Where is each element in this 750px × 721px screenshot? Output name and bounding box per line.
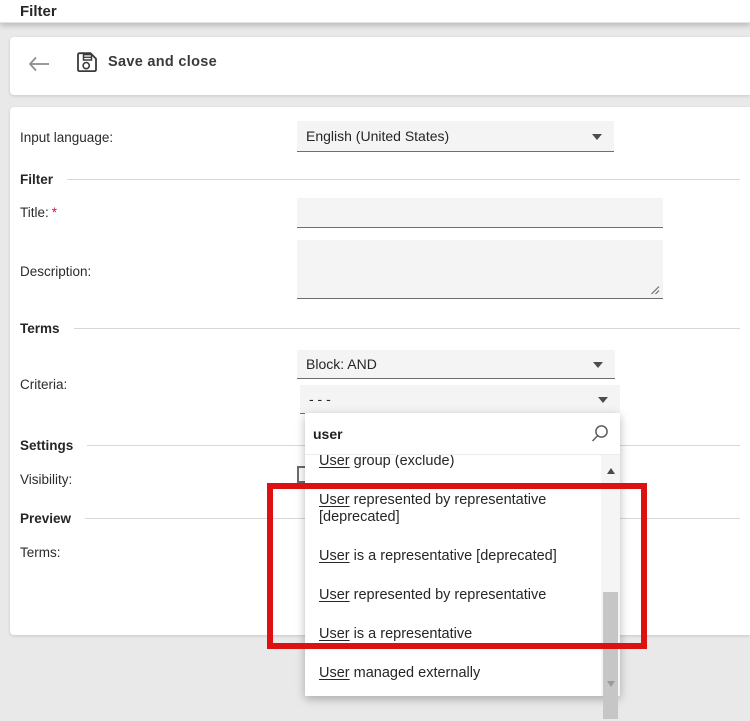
chevron-down-icon xyxy=(598,397,608,403)
dropdown-scrollbar[interactable] xyxy=(601,455,620,696)
section-filter-label: Filter xyxy=(20,172,53,187)
save-and-close-label: Save and close xyxy=(108,54,217,70)
section-preview-label: Preview xyxy=(20,511,71,526)
page-title: Filter xyxy=(20,3,57,20)
matched-search-text: User xyxy=(319,548,350,564)
scrollbar-thumb[interactable] xyxy=(603,592,618,719)
dropdown-item[interactable]: User is a representative xyxy=(305,615,601,654)
search-icon xyxy=(590,424,610,444)
visibility-label: Visibility: xyxy=(20,472,72,487)
section-divider xyxy=(74,328,740,329)
dropdown-list: User group (exclude)User represented by … xyxy=(305,455,601,696)
input-language-value: English (United States) xyxy=(306,128,449,144)
scroll-down-icon xyxy=(607,681,615,687)
title-label: Title:* xyxy=(20,205,57,220)
matched-search-text: User xyxy=(319,587,350,603)
section-terms-label: Terms xyxy=(20,321,60,336)
page-header: Filter xyxy=(0,0,750,23)
scroll-down-button[interactable] xyxy=(601,675,620,692)
save-and-close-button[interactable]: Save and close xyxy=(76,51,217,73)
section-settings-label: Settings xyxy=(20,438,73,453)
back-arrow-icon xyxy=(26,51,52,77)
matched-search-text: User xyxy=(319,492,350,508)
back-button[interactable] xyxy=(26,51,52,77)
dropdown-item[interactable]: User group (exclude) xyxy=(305,455,601,481)
resize-grip-icon[interactable] xyxy=(649,284,660,295)
criteria-block-value: Block: AND xyxy=(306,356,377,372)
description-textarea[interactable] xyxy=(297,240,663,299)
chevron-down-icon xyxy=(592,134,602,140)
dropdown-list-inner: User group (exclude)User represented by … xyxy=(305,455,601,693)
preview-terms-label: Terms: xyxy=(20,545,61,560)
dropdown-item[interactable]: User managed externally xyxy=(305,654,601,693)
input-language-select[interactable]: English (United States) xyxy=(297,121,614,152)
criteria-block-select[interactable]: Block: AND xyxy=(297,350,615,379)
matched-search-text: User xyxy=(319,455,350,469)
section-terms: Terms xyxy=(20,321,740,336)
save-icon xyxy=(76,51,98,73)
section-filter: Filter xyxy=(20,172,740,187)
input-language-label: Input language: xyxy=(20,130,113,145)
criteria-term-value: - - - xyxy=(309,391,331,407)
filter-editor-page: Filter Save and close Input language: En… xyxy=(0,0,750,721)
dropdown-item[interactable]: User represented by representative xyxy=(305,576,601,615)
matched-search-text: User xyxy=(319,665,350,681)
criteria-label: Criteria: xyxy=(20,377,67,392)
criteria-term-select[interactable]: - - - xyxy=(300,385,620,414)
section-divider xyxy=(67,179,740,180)
title-input[interactable] xyxy=(297,198,663,228)
scroll-up-button[interactable] xyxy=(601,462,620,479)
matched-search-text: User xyxy=(319,626,350,642)
dropdown-item[interactable]: User is a representative [deprecated] xyxy=(305,537,601,576)
dropdown-search-row xyxy=(305,413,620,455)
chevron-down-icon xyxy=(593,362,603,368)
dropdown-item[interactable]: User represented by representative [depr… xyxy=(305,481,601,537)
scroll-up-icon xyxy=(607,468,615,474)
description-label: Description: xyxy=(20,264,91,279)
required-marker: * xyxy=(52,205,57,220)
dropdown-search-input[interactable] xyxy=(313,421,583,447)
criteria-dropdown-popup: User group (exclude)User represented by … xyxy=(305,413,620,696)
